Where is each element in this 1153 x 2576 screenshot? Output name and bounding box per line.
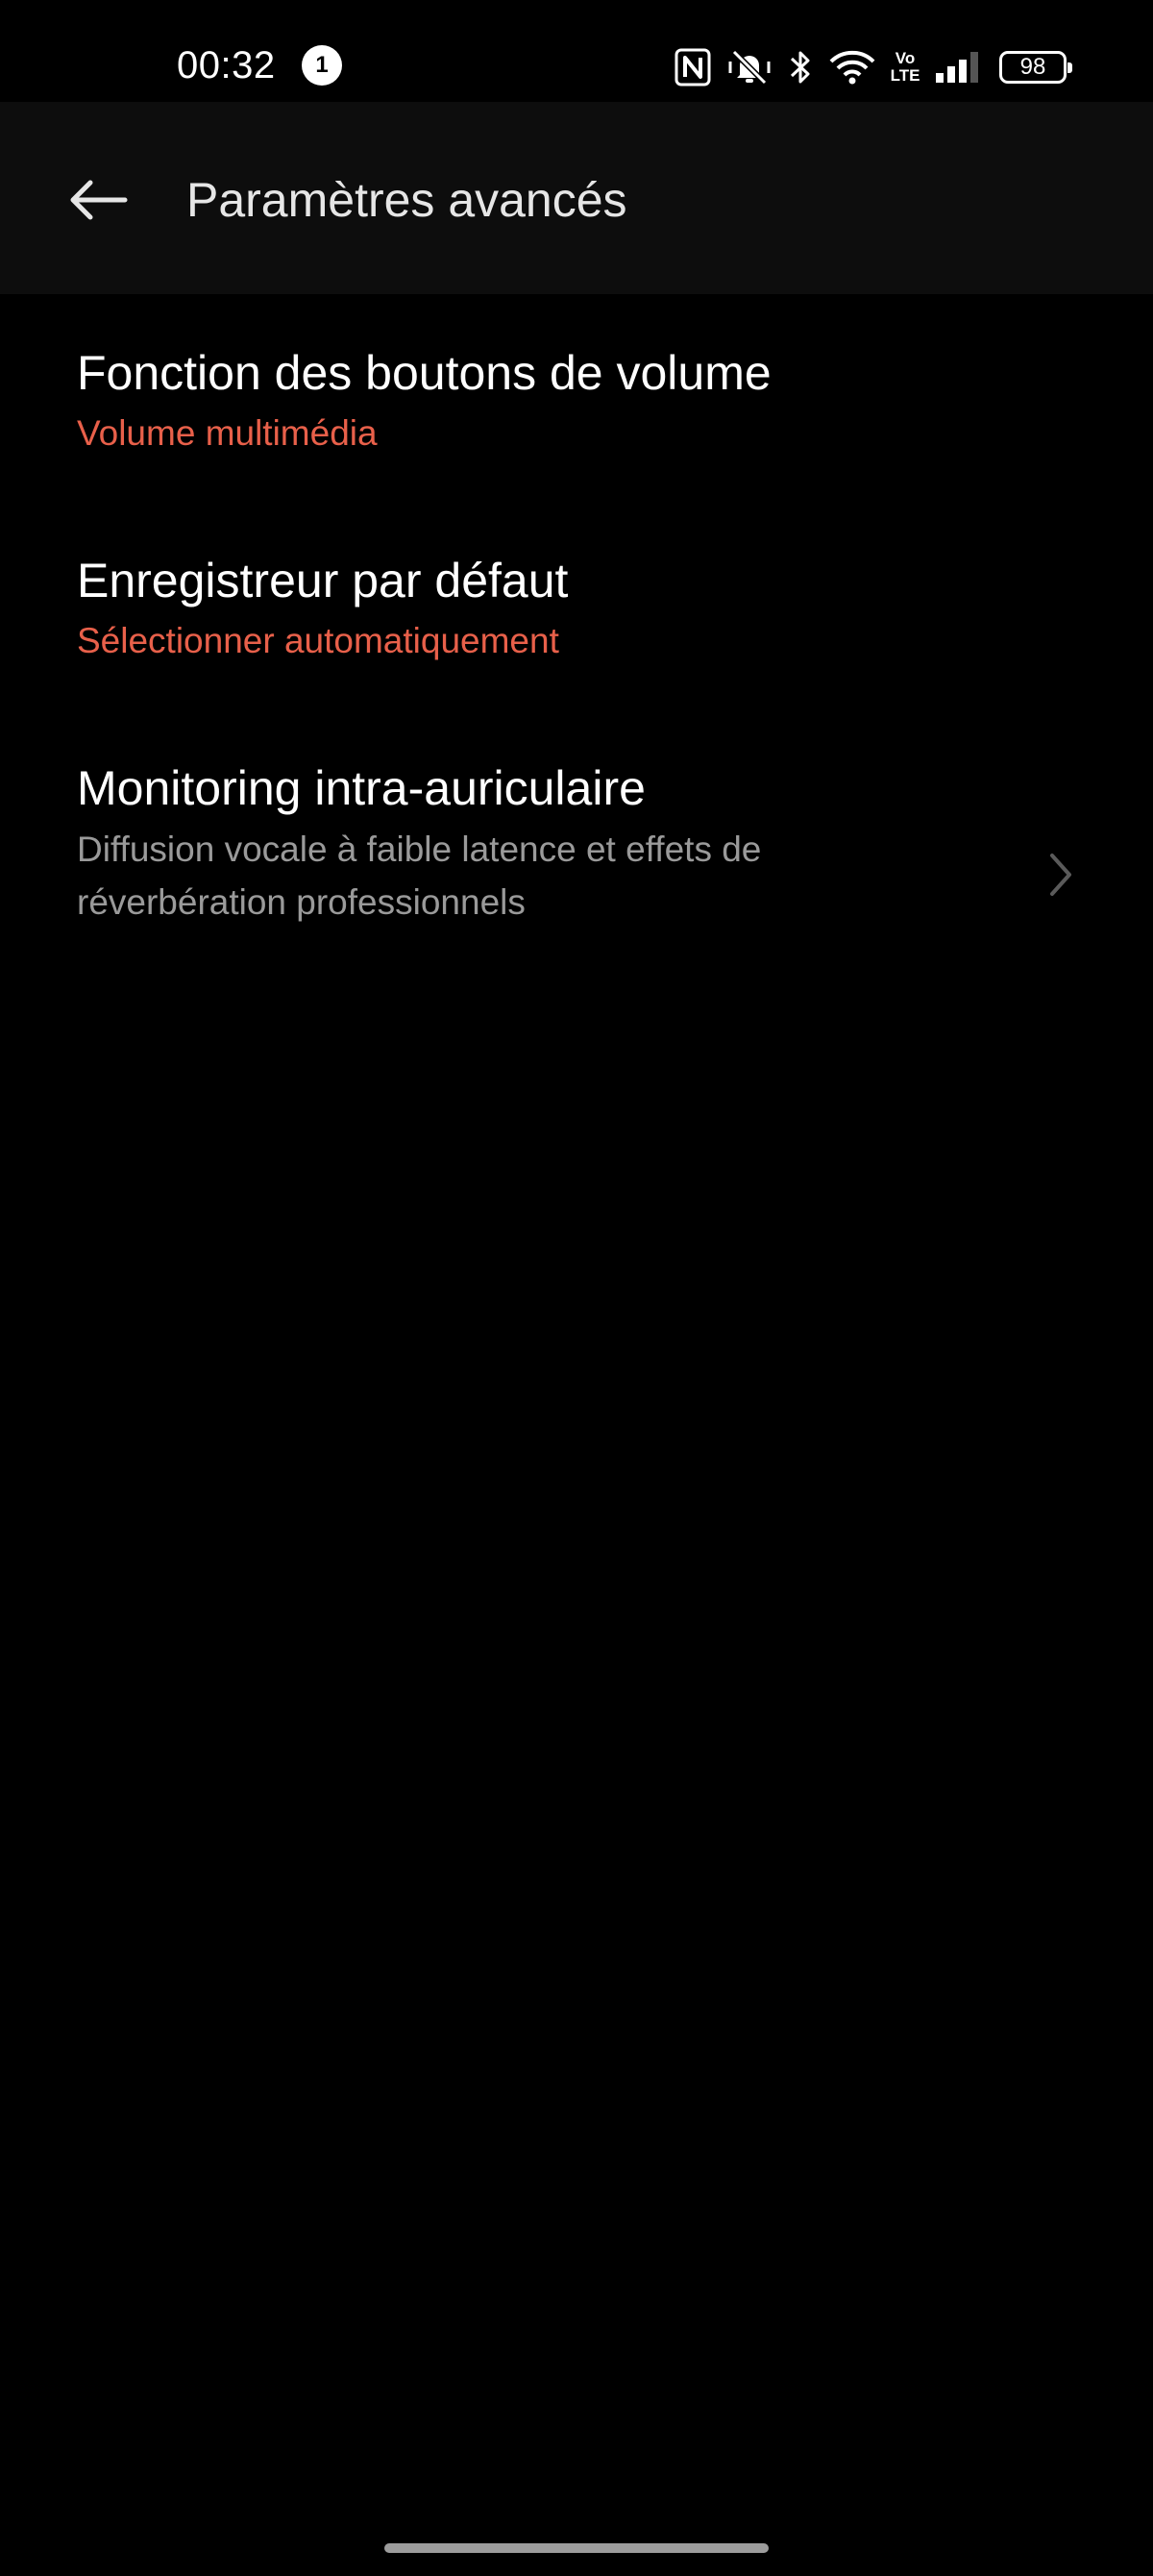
volte-icon: Vo LTE xyxy=(890,49,920,85)
wifi-icon xyxy=(828,48,876,87)
notification-badge: 1 xyxy=(302,45,342,86)
settings-list: Fonction des boutons de volume Volume mu… xyxy=(0,294,1153,959)
setting-in-ear-monitoring[interactable]: Monitoring intra-auriculaire Diffusion v… xyxy=(0,709,1153,959)
back-button[interactable] xyxy=(58,160,138,240)
setting-volume-buttons-function[interactable]: Fonction des boutons de volume Volume mu… xyxy=(0,294,1153,502)
nfc-icon xyxy=(675,48,711,87)
setting-title: Enregistreur par défaut xyxy=(77,554,569,607)
page-title: Paramètres avancés xyxy=(186,173,627,227)
status-time: 00:32 xyxy=(177,44,276,87)
arrow-left-icon xyxy=(70,180,128,220)
vibrate-silent-icon xyxy=(726,48,773,87)
battery-icon: 98 xyxy=(999,51,1072,84)
signal-icon xyxy=(934,48,982,87)
volte-bottom-label: LTE xyxy=(890,66,920,85)
status-icons: Vo LTE 98 xyxy=(659,44,1072,90)
bluetooth-icon xyxy=(788,48,813,87)
setting-title: Fonction des boutons de volume xyxy=(77,346,772,400)
home-indicator[interactable] xyxy=(384,2543,769,2553)
setting-value: Volume multimédia xyxy=(77,413,378,453)
setting-default-recorder[interactable]: Enregistreur par défaut Sélectionner aut… xyxy=(0,502,1153,709)
volte-top-label: Vo xyxy=(895,49,916,67)
setting-title: Monitoring intra-auriculaire xyxy=(77,761,646,815)
chevron-right-icon xyxy=(1042,846,1080,904)
setting-description: Diffusion vocale à faible latence et eff… xyxy=(77,830,762,922)
setting-value: Sélectionner automatiquement xyxy=(77,621,559,660)
status-bar: 00:32 1 Vo LTE 98 xyxy=(0,0,1153,102)
app-bar: Paramètres avancés xyxy=(0,102,1153,294)
